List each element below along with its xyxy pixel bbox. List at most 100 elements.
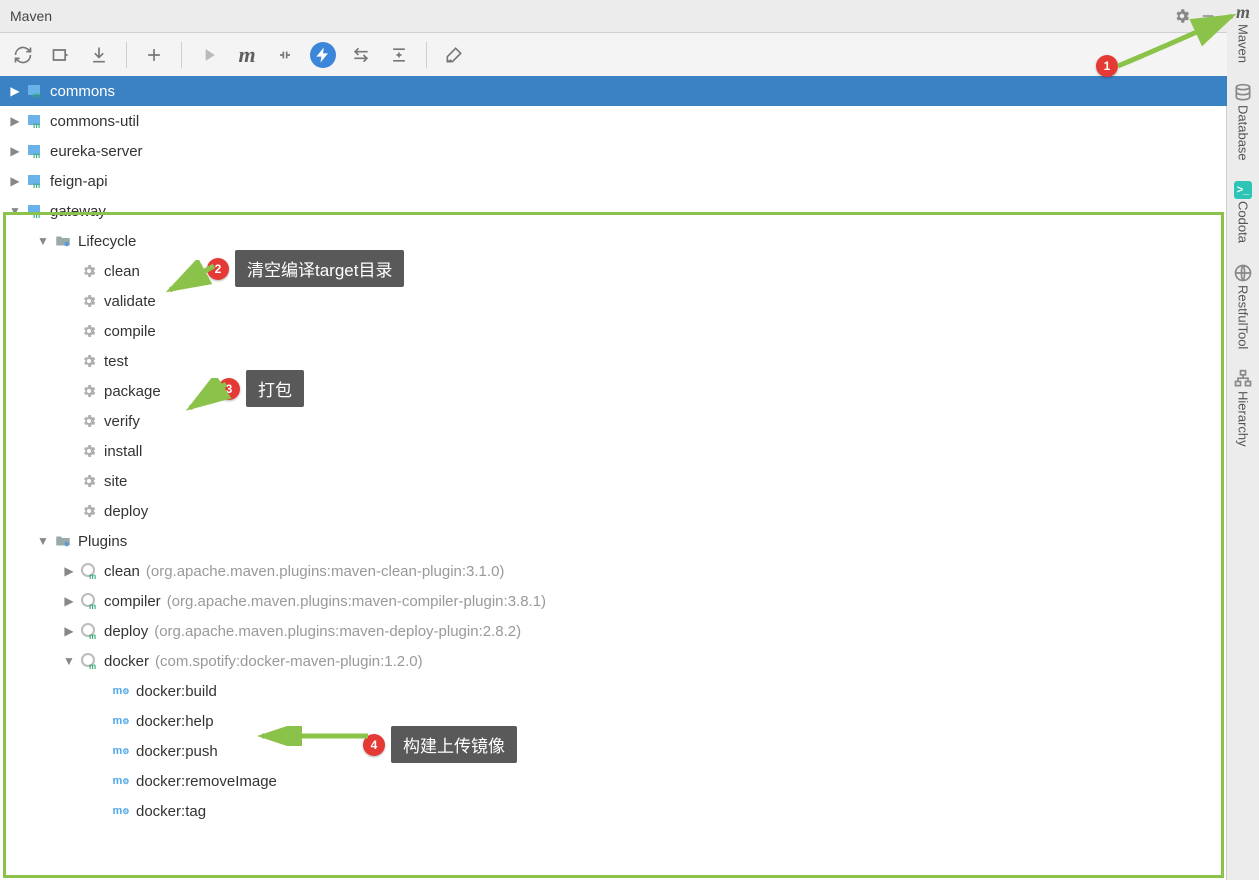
plugin-icon: m <box>80 592 98 610</box>
maven-goal-icon: m⚙ <box>112 742 130 760</box>
maven-goal-icon: m⚙ <box>112 772 130 790</box>
run-button[interactable] <box>192 38 226 72</box>
goal-name: verify <box>104 413 140 430</box>
panel-title-bar: Maven <box>0 0 1227 33</box>
toggle-offline-button[interactable] <box>268 38 302 72</box>
lifecycle-goal-verify[interactable]: verify <box>0 406 1227 436</box>
plugin-goal-docker-tag[interactable]: m⚙ docker:tag <box>0 796 1227 826</box>
goal-name: docker:help <box>136 713 214 730</box>
plugin-icon: m <box>80 562 98 580</box>
plugin-coords: (com.spotify:docker-maven-plugin:1.2.0) <box>155 653 423 670</box>
project-gateway[interactable]: ▼ m gateway <box>0 196 1227 226</box>
hierarchy-icon <box>1233 369 1253 389</box>
tab-codota[interactable]: >_ Codota <box>1234 181 1252 243</box>
plugin-coords: (org.apache.maven.plugins:maven-compiler… <box>167 593 546 610</box>
minimize-icon[interactable] <box>1195 3 1221 29</box>
lifecycle-goal-test[interactable]: test <box>0 346 1227 376</box>
plugin-docker[interactable]: ▼mdocker(com.spotify:docker-maven-plugin… <box>0 646 1227 676</box>
gear-icon <box>80 502 98 520</box>
project-eureka-server[interactable]: ▶ m eureka-server <box>0 136 1227 166</box>
maven-goal-icon: m⚙ <box>112 712 130 730</box>
goal-name: docker:build <box>136 683 217 700</box>
plugin-deploy[interactable]: ▶mdeploy(org.apache.maven.plugins:maven-… <box>0 616 1227 646</box>
gear-icon <box>80 442 98 460</box>
plugin-goal-docker-help[interactable]: m⚙ docker:help <box>0 706 1227 736</box>
plugin-goal-docker-build[interactable]: m⚙docker:build <box>0 676 1227 706</box>
globe-icon <box>1233 263 1253 283</box>
plugin-name: deploy <box>104 623 148 640</box>
lifecycle-goal-site[interactable]: site <box>0 466 1227 496</box>
maven-toolbar: m <box>0 33 1227 78</box>
project-name: feign-api <box>50 173 108 190</box>
tab-label: Codota <box>1236 201 1251 243</box>
chevron-icon: ▼ <box>58 654 80 668</box>
lifecycle-goal-deploy[interactable]: deploy <box>0 496 1227 526</box>
gear-icon <box>80 262 98 280</box>
database-icon <box>1233 83 1253 103</box>
plugin-goal-docker-push[interactable]: m⚙ docker:push <box>0 736 1227 766</box>
maven-tree: ▶ m commons ▶ m commons-util ▶ m eureka-… <box>0 76 1227 880</box>
tab-maven[interactable]: m Maven <box>1233 2 1253 63</box>
tab-label: Hierarchy <box>1236 391 1251 447</box>
plugin-name: clean <box>104 563 140 580</box>
generate-sources-button[interactable] <box>44 38 78 72</box>
lifecycle-goal-compile[interactable]: compile <box>0 316 1227 346</box>
maven-module-icon: m <box>26 112 44 130</box>
skip-tests-button[interactable] <box>310 42 336 68</box>
goal-name: package <box>104 383 161 400</box>
collapse-all-button[interactable] <box>382 38 416 72</box>
plugin-clean[interactable]: ▶mclean(org.apache.maven.plugins:maven-c… <box>0 556 1227 586</box>
chevron-icon: ▶ <box>58 564 80 578</box>
maven-module-icon: m <box>26 202 44 220</box>
lifecycle-node[interactable]: ▼ Lifecycle <box>0 226 1227 256</box>
project-commons[interactable]: ▶ m commons <box>0 76 1227 106</box>
chevron-down-icon: ▼ <box>32 534 54 548</box>
tab-label: Maven <box>1236 24 1251 63</box>
tab-restfultool[interactable]: RestfulTool <box>1233 263 1253 349</box>
maven-module-icon: m <box>26 142 44 160</box>
gear-icon <box>80 322 98 340</box>
goal-name: compile <box>104 323 156 340</box>
gear-icon <box>80 292 98 310</box>
project-name: commons <box>50 83 115 100</box>
maven-module-icon: m <box>26 172 44 190</box>
tab-label: RestfulTool <box>1236 285 1251 349</box>
svg-text:m: m <box>33 181 40 190</box>
execute-goal-button[interactable]: m <box>230 38 264 72</box>
goal-name: clean <box>104 263 140 280</box>
tab-hierarchy[interactable]: Hierarchy <box>1233 369 1253 447</box>
goal-name: validate <box>104 293 156 310</box>
refresh-button[interactable] <box>6 38 40 72</box>
project-name: commons-util <box>50 113 139 130</box>
gear-icon <box>80 472 98 490</box>
gear-icon <box>80 352 98 370</box>
plugin-name: compiler <box>104 593 161 610</box>
tab-database[interactable]: Database <box>1233 83 1253 161</box>
project-feign-api[interactable]: ▶ m feign-api <box>0 166 1227 196</box>
chevron-right-icon: ▶ <box>4 84 26 98</box>
show-dependency-button[interactable] <box>344 38 378 72</box>
maven-goal-icon: m⚙ <box>112 802 130 820</box>
folder-gear-icon <box>54 532 72 550</box>
goal-name: deploy <box>104 503 148 520</box>
folder-gear-icon <box>54 232 72 250</box>
plugin-goal-docker-removeImage[interactable]: m⚙docker:removeImage <box>0 766 1227 796</box>
lifecycle-goal-package[interactable]: package <box>0 376 1227 406</box>
download-button[interactable] <box>82 38 116 72</box>
right-tool-strip: m Maven Database >_ Codota RestfulTool H… <box>1226 0 1259 880</box>
gear-icon <box>80 382 98 400</box>
lifecycle-goal-clean[interactable]: clean <box>0 256 1227 286</box>
settings-gear-icon[interactable] <box>1169 3 1195 29</box>
svg-text:m: m <box>33 91 40 100</box>
plugin-compiler[interactable]: ▶mcompiler(org.apache.maven.plugins:mave… <box>0 586 1227 616</box>
plugins-node[interactable]: ▼ Plugins <box>0 526 1227 556</box>
lifecycle-goal-install[interactable]: install <box>0 436 1227 466</box>
goal-name: install <box>104 443 142 460</box>
maven-settings-button[interactable] <box>437 38 471 72</box>
goal-name: docker:tag <box>136 803 206 820</box>
goal-name: docker:push <box>136 743 218 760</box>
project-commons-util[interactable]: ▶ m commons-util <box>0 106 1227 136</box>
add-button[interactable] <box>137 38 171 72</box>
tab-label: Database <box>1236 105 1251 161</box>
lifecycle-goal-validate[interactable]: validate <box>0 286 1227 316</box>
